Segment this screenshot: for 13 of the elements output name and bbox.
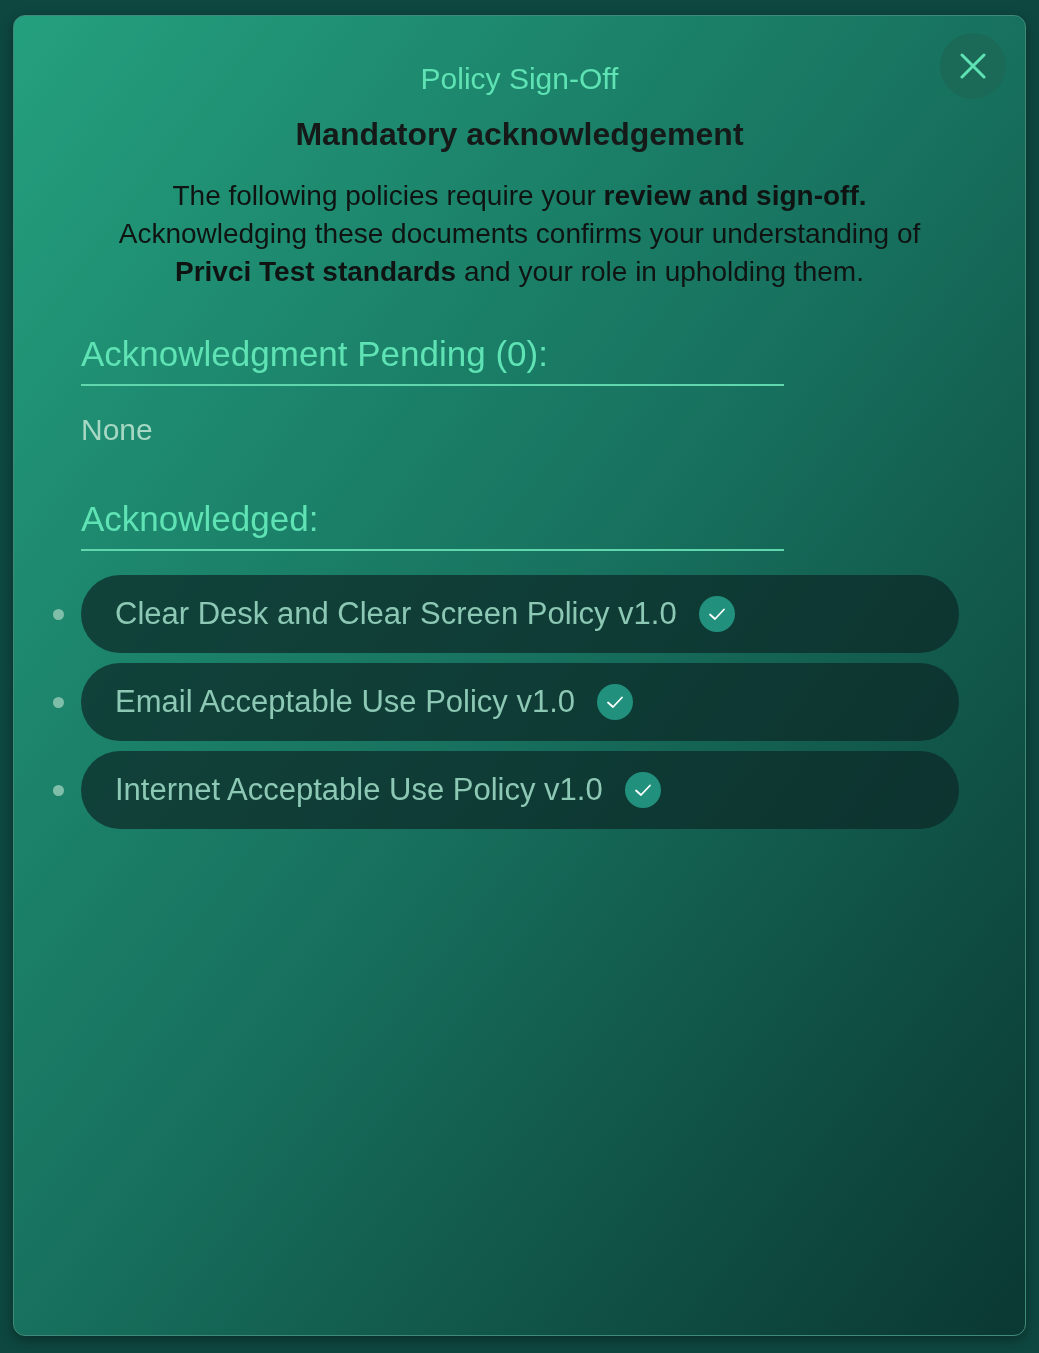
section-heading: Acknowledgment Pending (0): xyxy=(81,333,784,386)
intro-paragraph: The following policies require your review and sign-off. Acknowledging these documents confirms your understanding of Privci Test standards and your role in upholding them. xyxy=(117,179,922,289)
policy-name: Clear Desk and Clear Screen Policy v1.0 xyxy=(115,595,677,633)
policy-name: Internet Acceptable Use Policy v1.0 xyxy=(115,771,603,809)
dialog-subtitle: Mandatory acknowledgement xyxy=(295,115,744,153)
bullet-icon xyxy=(53,696,64,708)
bullet-icon xyxy=(53,784,64,796)
empty-state-text: None xyxy=(81,412,154,448)
bullet-icon xyxy=(53,608,64,620)
close-icon xyxy=(960,53,986,79)
section-heading: Acknowledged: xyxy=(81,498,784,551)
dialog-title: Policy Sign-Off xyxy=(420,61,619,97)
policy-name: Email Acceptable Use Policy v1.0 xyxy=(115,683,576,721)
